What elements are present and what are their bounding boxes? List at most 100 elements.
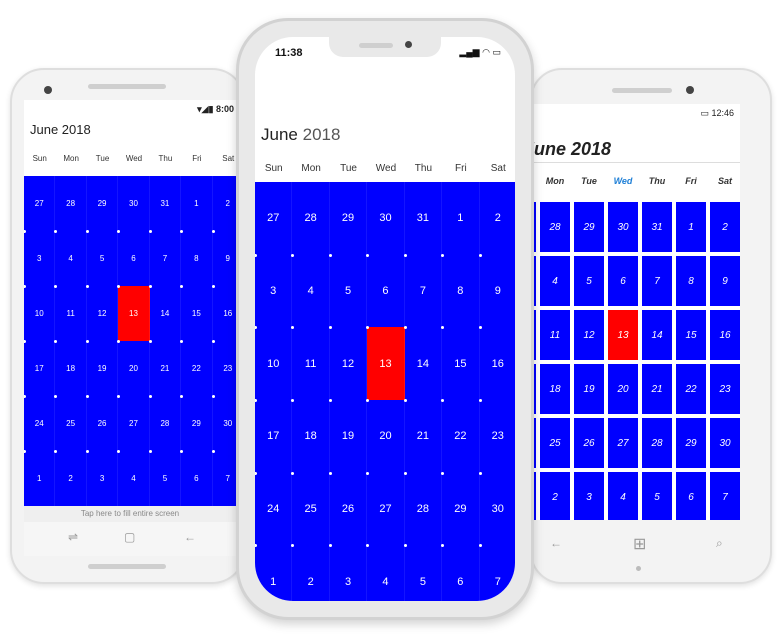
date-cell[interactable]: 10 [24,286,56,341]
date-cell[interactable]: 17 [255,400,293,473]
date-cell[interactable]: 7 [479,545,515,601]
date-cell[interactable]: 14 [642,310,672,360]
date-cell[interactable]: 12 [86,286,119,341]
date-cell[interactable]: 9 [212,231,236,286]
back-icon[interactable]: ← [184,530,196,544]
date-cell[interactable]: 6 [442,545,480,601]
date-cell[interactable]: 2 [479,182,515,255]
date-cell[interactable]: 14 [404,327,443,400]
date-cell[interactable]: 27 [24,176,56,231]
date-cell[interactable]: 26 [329,472,368,546]
date-cell[interactable]: 11 [292,327,330,400]
date-cell[interactable]: 13 [118,286,150,341]
date-cell[interactable]: 2 [540,472,570,520]
date-cell[interactable]: 9 [479,254,515,328]
date-cell[interactable]: 8 [676,256,706,306]
date-cell[interactable]: 27 [255,182,293,255]
fill-screen-hint[interactable]: Tap here to fill entire screen [24,506,236,522]
date-cell[interactable]: 6 [367,254,405,328]
date-cell[interactable]: 23 [479,400,515,473]
date-cell[interactable]: 31 [404,182,443,255]
date-cell[interactable]: 14 [149,286,182,341]
date-cell[interactable]: 7 [149,231,182,286]
date-cell[interactable]: 28 [404,472,443,546]
date-cell[interactable]: 6 [608,256,638,306]
date-cell[interactable]: 25 [55,396,87,451]
date-cell[interactable]: 3 [255,254,293,328]
date-cell[interactable]: 22 [442,400,480,473]
date-cell[interactable]: 9 [710,256,740,306]
search-icon[interactable]: ⌕ [716,536,723,551]
date-cell[interactable]: 26 [574,418,604,468]
date-cell[interactable]: 15 [181,286,213,341]
date-cell[interactable]: 31 [642,202,672,252]
date-cell[interactable]: 4 [367,545,405,601]
date-cell[interactable]: 12 [329,327,368,400]
date-cell[interactable]: 1 [676,202,706,252]
date-cell[interactable]: 2 [55,451,87,506]
date-cell[interactable]: 19 [329,400,368,473]
date-cell[interactable]: 16 [710,310,740,360]
date-cell[interactable]: 2 [292,545,330,601]
date-cell[interactable]: 18 [55,341,87,396]
date-cell[interactable]: 4 [608,472,638,520]
date-cell[interactable]: 27 [367,472,405,546]
date-cell[interactable]: 19 [574,364,604,414]
month-title[interactable]: June 2018 [524,139,611,160]
date-cell[interactable]: 4 [55,231,87,286]
date-cell[interactable]: 30 [212,396,236,451]
date-cell[interactable]: 6 [181,451,213,506]
date-cell[interactable]: 1 [442,182,480,255]
date-cell[interactable]: 30 [367,182,405,255]
date-cell[interactable]: 16 [212,286,236,341]
date-cell[interactable]: 18 [292,400,330,473]
date-cell[interactable]: 5 [642,472,672,520]
date-cell[interactable]: 5 [149,451,182,506]
date-cell[interactable]: 16 [479,327,515,400]
date-cell[interactable]: 29 [329,182,368,255]
date-cell[interactable]: 20 [118,341,150,396]
date-cell[interactable]: 19 [86,341,119,396]
date-cell[interactable]: 27 [118,396,150,451]
date-cell[interactable]: 30 [479,472,515,546]
date-cell[interactable]: 2 [710,202,740,252]
date-cell[interactable]: 31 [149,176,182,231]
date-cell[interactable]: 18 [540,364,570,414]
date-cell[interactable]: 29 [442,472,480,546]
date-cell[interactable]: 8 [181,231,213,286]
date-cell[interactable]: 20 [608,364,638,414]
date-cell[interactable]: 28 [642,418,672,468]
date-cell[interactable]: 3 [329,545,368,601]
date-cell[interactable]: 17 [24,341,56,396]
date-cell[interactable]: 7 [404,254,443,328]
date-cell[interactable]: 1 [255,545,293,601]
date-cell[interactable]: 30 [710,418,740,468]
date-cell[interactable]: 1 [24,451,56,506]
date-cell[interactable]: 29 [574,202,604,252]
date-cell[interactable]: 12 [574,310,604,360]
date-cell[interactable]: 4 [292,254,330,328]
date-cell[interactable]: 28 [540,202,570,252]
date-cell[interactable]: 3 [574,472,604,520]
date-cell[interactable]: 1 [181,176,213,231]
date-cell[interactable]: 4 [540,256,570,306]
date-cell[interactable]: 26 [86,396,119,451]
date-cell[interactable]: 3 [24,231,56,286]
date-cell[interactable]: 13 [608,310,638,360]
date-cell[interactable]: 8 [442,254,480,328]
date-cell[interactable]: 27 [608,418,638,468]
home-icon[interactable]: ▢ [124,530,135,544]
date-cell[interactable]: 23 [212,341,236,396]
date-cell[interactable]: 21 [642,364,672,414]
date-cell[interactable]: 30 [608,202,638,252]
date-cell[interactable]: 21 [404,400,443,473]
date-cell[interactable]: 22 [676,364,706,414]
date-cell[interactable]: 28 [292,182,330,255]
date-cell[interactable]: 5 [574,256,604,306]
date-cell[interactable]: 24 [24,396,56,451]
date-cell[interactable]: 29 [86,176,119,231]
date-cell[interactable]: 22 [181,341,213,396]
date-cell[interactable]: 5 [404,545,443,601]
date-cell[interactable]: 11 [55,286,87,341]
date-cell[interactable]: 25 [540,418,570,468]
